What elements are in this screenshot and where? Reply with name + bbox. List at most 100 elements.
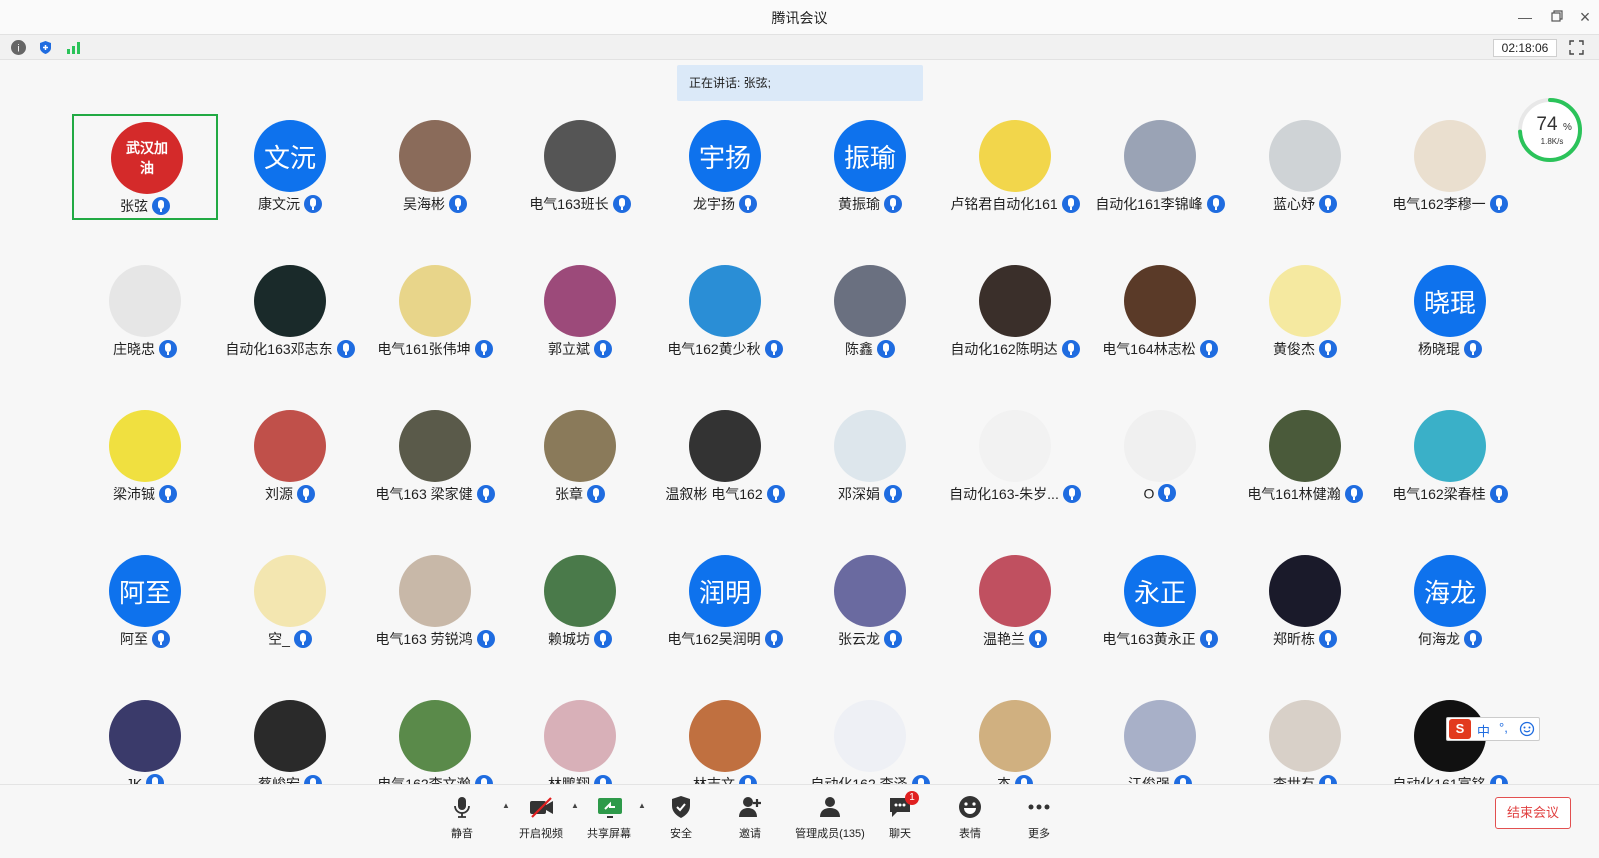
avatar — [254, 555, 326, 627]
participant-name: 郑昕栋 — [1273, 631, 1315, 647]
avatar — [544, 700, 616, 772]
mute-label: 静音 — [451, 828, 473, 840]
microphone-icon — [159, 340, 177, 358]
microphone-icon — [1464, 340, 1482, 358]
meeting-toolbar: i 02:18:06 — [0, 34, 1599, 60]
participant-tile[interactable]: 李世有 — [1232, 694, 1378, 784]
emoji-button[interactable]: 表情 — [935, 795, 1005, 845]
shield-icon[interactable] — [38, 40, 53, 55]
signal-icon[interactable] — [66, 40, 81, 55]
avatar: 文沅 — [254, 120, 326, 192]
ime-mode[interactable]: 中 — [1477, 721, 1490, 740]
participant-name: 自动化161富铭 — [1392, 776, 1486, 784]
participant-name: 电气162黄少秋 — [667, 341, 761, 357]
participant-name: 郭立斌 — [548, 341, 590, 357]
invite-label: 邀请 — [739, 828, 761, 840]
participant-name: 江俊强 — [1128, 776, 1170, 784]
start-video-button[interactable]: 开启视频 — [506, 795, 576, 845]
participant-name: 电气163黄永正 — [1102, 631, 1196, 647]
ime-punct[interactable]: °, — [1499, 720, 1508, 735]
avatar — [109, 410, 181, 482]
avatar: 武汉加油 — [111, 122, 183, 194]
manage-members-button[interactable]: 管理成员(135) — [790, 795, 870, 845]
microphone-icon — [1174, 775, 1192, 784]
participant-tile[interactable]: 蔡峻宏 — [217, 694, 363, 784]
avatar — [1269, 120, 1341, 192]
avatar — [254, 410, 326, 482]
share-screen-button[interactable]: 共享屏幕 — [574, 795, 644, 845]
mute-button[interactable]: 静音 — [427, 795, 497, 845]
manage-members-label: 管理成员(135) — [795, 828, 865, 840]
share-options-caret[interactable]: ▲ — [638, 801, 646, 810]
participant-name-line: 电气162李穆一 — [1347, 194, 1553, 214]
microphone-icon — [1158, 484, 1177, 503]
participant-tile[interactable]: 电气162李穆一 — [1377, 114, 1523, 220]
title-bar: 腾讯会议 — × — [0, 0, 1599, 34]
participant-name: 自动化162 李泽 — [810, 776, 908, 784]
participant-tile[interactable]: 自动化162 李泽 — [797, 694, 943, 784]
security-label: 安全 — [670, 828, 692, 840]
participant-name-line: 何海龙 — [1347, 629, 1553, 649]
participant-name: 林鹏翔 — [548, 776, 590, 784]
close-button[interactable]: × — [1574, 6, 1596, 28]
participant-name: 温艳兰 — [983, 631, 1025, 647]
invite-button[interactable]: 邀请 — [715, 795, 785, 845]
participant-name: 电气163班长 — [529, 196, 609, 212]
minimize-button[interactable]: — — [1514, 6, 1536, 28]
avatar — [979, 410, 1051, 482]
participant-tile[interactable]: 海龙 何海龙 — [1377, 549, 1523, 655]
participant-name: 杨晓琨 — [1418, 341, 1460, 357]
avatar — [254, 700, 326, 772]
participant-tile[interactable]: 江俊强 — [1087, 694, 1233, 784]
participant-name: 温叙彬 电气162 — [665, 486, 763, 502]
restore-button[interactable] — [1546, 6, 1568, 28]
more-button[interactable]: 更多 — [1004, 795, 1074, 845]
avatar — [689, 410, 761, 482]
avatar — [544, 120, 616, 192]
security-button[interactable]: 安全 — [646, 795, 716, 845]
participant-name: 陈鑫 — [845, 341, 873, 357]
smiley-icon[interactable] — [1519, 721, 1535, 740]
microphone-icon — [304, 775, 322, 784]
participant-tile[interactable]: 杰 — [942, 694, 1088, 784]
end-meeting-button[interactable]: 结束会议 — [1495, 797, 1571, 829]
participant-name: 卢铭君自动化161 — [950, 196, 1058, 212]
participant-name: 电气164林志松 — [1102, 341, 1196, 357]
participant-tile[interactable]: 晓琨 杨晓琨 — [1377, 259, 1523, 365]
avatar — [834, 265, 906, 337]
ime-toolbar[interactable]: S 中 °, — [1446, 717, 1540, 741]
microphone-icon — [594, 630, 612, 648]
participant-tile[interactable]: JK — [72, 694, 218, 784]
avatar — [834, 410, 906, 482]
avatar — [689, 265, 761, 337]
participant-name: 庄晓忠 — [113, 341, 155, 357]
info-icon[interactable]: i — [11, 40, 26, 55]
participant-tile[interactable]: 电气162李文瀚 — [362, 694, 508, 784]
avatar — [1269, 410, 1341, 482]
avatar: 宇扬 — [689, 120, 761, 192]
fullscreen-icon[interactable] — [1569, 40, 1584, 55]
more-label: 更多 — [1028, 828, 1050, 840]
participant-name: O — [1143, 485, 1155, 502]
chat-button[interactable]: 1 聊天 — [865, 791, 935, 845]
avatar — [399, 120, 471, 192]
participant-name: JK — [125, 775, 143, 784]
avatar — [109, 265, 181, 337]
participant-name: 电气161林健瀚 — [1247, 486, 1341, 502]
participant-tile[interactable]: 林鹏翔 — [507, 694, 653, 784]
microphone-icon — [146, 774, 165, 784]
participant-name: 张章 — [555, 486, 583, 502]
microphone-icon — [594, 775, 612, 784]
microphone-icon — [152, 630, 170, 648]
participant-name: 康文沅 — [258, 196, 300, 212]
participant-name: 张弦 — [120, 198, 148, 214]
participant-name: 张云龙 — [838, 631, 880, 647]
participant-tile[interactable]: 电气162梁春桂 — [1377, 404, 1523, 510]
avatar — [689, 700, 761, 772]
microphone-icon — [1319, 775, 1337, 784]
participant-name: 杰 — [997, 776, 1011, 784]
participant-name: 自动化161李锦峰 — [1095, 196, 1203, 212]
participant-name: 自动化163-朱岁... — [949, 486, 1059, 502]
participant-tile[interactable]: 林志文 — [652, 694, 798, 784]
avatar — [834, 700, 906, 772]
